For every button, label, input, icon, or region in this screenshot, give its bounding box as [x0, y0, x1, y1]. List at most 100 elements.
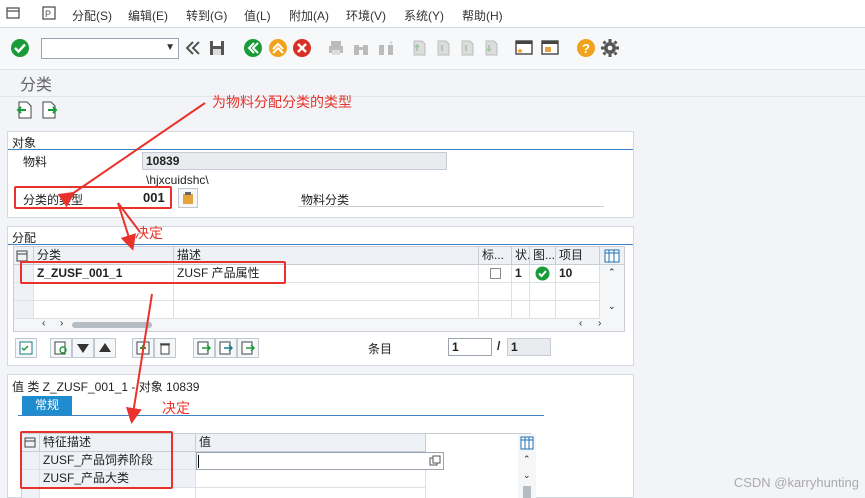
text-cursor	[198, 455, 199, 468]
menu-edit[interactable]: 编辑(E)	[128, 7, 168, 24]
scroll-down-icon[interactable]: ⌄	[608, 301, 616, 312]
empty-cell	[479, 301, 512, 319]
horizontal-scrollbar[interactable]: ‹ › ‹ ›	[14, 318, 624, 331]
enter-icon[interactable]	[10, 38, 30, 58]
material-label: 物料	[23, 155, 48, 169]
menu-goto[interactable]: 转到(G)	[186, 7, 227, 24]
row-selector[interactable]	[14, 283, 34, 301]
previous-entry-button[interactable]	[215, 338, 237, 358]
system-menu-icon[interactable]	[6, 6, 20, 20]
class-type-help-button[interactable]	[178, 188, 198, 208]
clipboard-icon	[183, 192, 193, 204]
scroll-right-icon[interactable]: ›	[598, 318, 601, 329]
menu-environment[interactable]: 环境(V)	[346, 7, 386, 24]
next-page-icon[interactable]	[456, 38, 476, 58]
save-icon[interactable]	[207, 38, 227, 58]
col-header-standard[interactable]: 标...	[479, 247, 512, 265]
col-header-image[interactable]: 图...	[530, 247, 556, 265]
table-row-image	[530, 265, 556, 283]
table-settings-icon	[604, 249, 620, 263]
double-chevron-left-icon[interactable]	[183, 38, 203, 58]
scroll-thumb[interactable]	[72, 322, 152, 328]
menu-values[interactable]: 值(L)	[244, 7, 271, 24]
triangle-up-icon	[99, 343, 111, 352]
command-field[interactable]: ▼	[41, 38, 179, 59]
previous-object-icon[interactable]	[14, 100, 34, 120]
characteristic-value-input[interactable]	[196, 470, 426, 488]
exit-icon[interactable]	[268, 38, 288, 58]
select-all-button[interactable]	[15, 338, 37, 358]
entry-current-field[interactable]: 1	[448, 338, 492, 356]
print-icon[interactable]	[326, 38, 346, 58]
vertical-scrollbar[interactable]: ⌃ ⌄	[600, 265, 624, 319]
row-selector[interactable]	[14, 301, 34, 319]
scroll-right-icon[interactable]: ›	[60, 318, 63, 329]
next-entry-button[interactable]	[237, 338, 259, 358]
next-object-icon[interactable]	[40, 100, 60, 120]
empty-cell[interactable]	[196, 488, 426, 498]
empty-cell[interactable]	[556, 301, 600, 319]
table-settings-button[interactable]	[600, 247, 624, 265]
tab-divider	[18, 415, 544, 416]
last-page-icon[interactable]	[480, 38, 500, 58]
shortcut-icon[interactable]	[540, 38, 560, 58]
scroll-thumb[interactable]	[523, 486, 531, 498]
first-page-icon[interactable]	[408, 38, 428, 58]
scroll-up-icon[interactable]: ⌃	[523, 454, 531, 465]
scroll-left-icon[interactable]: ‹	[579, 318, 582, 329]
menu-assign[interactable]: 分配(S)	[72, 7, 112, 24]
new-session-icon[interactable]	[514, 38, 534, 58]
status-ok-icon	[535, 266, 550, 281]
annotation-box-assignment-row	[20, 261, 286, 284]
sap-logo-icon: P	[42, 6, 56, 20]
table-row-status: 1	[512, 265, 530, 283]
find-next-icon[interactable]: +	[376, 38, 396, 58]
insert-row-button[interactable]	[132, 338, 154, 358]
sort-descending-button[interactable]	[72, 338, 94, 358]
scroll-left-icon[interactable]: ‹	[42, 318, 45, 329]
menu-extras[interactable]: 附加(A)	[289, 7, 329, 24]
help-icon[interactable]: ?	[576, 38, 596, 58]
gear-icon[interactable]	[600, 38, 620, 58]
col-header-item[interactable]: 项目	[556, 247, 600, 265]
table-settings-icon[interactable]	[520, 436, 534, 450]
title-divider	[0, 96, 865, 97]
value-help-icon[interactable]	[429, 455, 441, 467]
scroll-up-icon[interactable]: ⌃	[608, 267, 616, 278]
delete-row-button[interactable]	[154, 338, 176, 358]
table-row-item[interactable]: 10	[556, 265, 600, 283]
menu-help[interactable]: 帮助(H)	[462, 7, 503, 24]
annotation-box-characteristics	[20, 431, 173, 489]
triangle-down-icon	[77, 344, 89, 353]
back-icon[interactable]	[243, 38, 263, 58]
first-entry-button[interactable]	[193, 338, 215, 358]
sort-ascending-button[interactable]	[94, 338, 116, 358]
assignment-table: 分类 描述 标... 状. 图... 项目 Z_ZUSF_001_1 ZUSF …	[13, 246, 625, 332]
col-header-status[interactable]: 状.	[512, 247, 530, 265]
empty-cell[interactable]	[556, 283, 600, 301]
table-row-standard[interactable]	[479, 265, 512, 283]
entry-label: 条目	[368, 342, 393, 356]
col-header-value[interactable]: 值	[196, 434, 426, 452]
menu-bar: P 分配(S) 编辑(E) 转到(G) 值(L) 附加(A) 环境(V) 系统(…	[0, 0, 865, 28]
annotation-text-decide-2: 决定	[162, 400, 190, 416]
details-button[interactable]	[50, 338, 72, 358]
cancel-icon[interactable]	[292, 38, 312, 58]
find-icon[interactable]	[351, 38, 371, 58]
previous-page-icon[interactable]	[432, 38, 452, 58]
annotation-text-class-type: 为物料分配分类的类型	[212, 94, 352, 110]
empty-cell	[512, 301, 530, 319]
characteristic-value-input[interactable]	[196, 452, 444, 470]
menu-system[interactable]: 系统(Y)	[404, 7, 444, 24]
vertical-scrollbar[interactable]: ⌃ ⌄	[518, 434, 536, 498]
empty-cell[interactable]	[34, 301, 174, 319]
row-selector[interactable]	[22, 488, 40, 498]
standard-checkbox[interactable]	[490, 268, 501, 279]
chevron-down-icon[interactable]: ▼	[165, 42, 175, 53]
assignment-panel: 分配 分类 描述 标... 状. 图... 项目 Z_ZUSF_001_1 ZU…	[7, 226, 634, 366]
tab-general[interactable]: 常规	[22, 396, 72, 415]
scroll-down-icon[interactable]: ⌄	[523, 470, 531, 481]
material-field[interactable]: 10839	[142, 152, 447, 170]
empty-cell[interactable]	[34, 283, 174, 301]
material-description: \hjxcuidshc\	[146, 173, 209, 187]
